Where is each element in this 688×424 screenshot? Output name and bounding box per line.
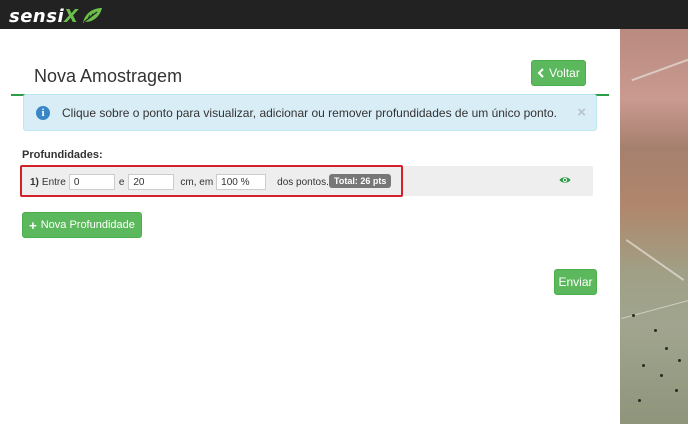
eye-icon[interactable] xyxy=(559,176,571,184)
plus-icon: + xyxy=(29,217,37,233)
close-icon[interactable]: × xyxy=(577,104,586,121)
map-point[interactable] xyxy=(678,359,681,362)
back-button[interactable]: Voltar xyxy=(531,60,586,86)
submit-button[interactable]: Enviar xyxy=(554,269,597,295)
depth-row-number: 1) xyxy=(30,176,39,188)
add-depth-button[interactable]: + Nova Profundidade xyxy=(22,212,142,238)
map-road xyxy=(621,299,688,320)
unit-label: cm, em xyxy=(180,176,214,188)
depths-label: Profundidades: xyxy=(22,149,103,161)
map-point[interactable] xyxy=(638,399,641,402)
map-point[interactable] xyxy=(675,389,678,392)
entre-label: Entre xyxy=(41,176,66,188)
page-title: Nova Amostragem xyxy=(34,66,183,86)
map-point[interactable] xyxy=(642,364,645,367)
logo-main: sensi xyxy=(9,5,65,27)
map-point[interactable] xyxy=(660,374,663,377)
top-bar: sensiX xyxy=(0,0,688,29)
total-points-badge: Total: 26 pts xyxy=(329,174,392,188)
percent-input[interactable]: 100 % xyxy=(216,174,267,190)
depth-row-content: 1) Entre 0 e 20 cm, em 100 % dos pontos. xyxy=(30,174,329,190)
logo-accent: X xyxy=(64,5,79,27)
depth-from-input[interactable]: 0 xyxy=(68,174,115,190)
info-icon: i xyxy=(36,105,50,120)
back-button-label: Voltar xyxy=(549,66,580,80)
satellite-map[interactable] xyxy=(620,29,688,424)
map-point[interactable] xyxy=(665,347,668,350)
dos-pontos-label: dos pontos. xyxy=(277,176,329,188)
alert-message: Clique sobre o ponto para visualizar, ad… xyxy=(62,105,557,120)
e-label: e xyxy=(118,176,125,188)
map-road xyxy=(625,239,685,281)
depth-to-input[interactable]: 20 xyxy=(128,174,175,190)
logo-text: sensiX xyxy=(9,6,79,27)
add-depth-label: Nova Profundidade xyxy=(40,219,135,231)
sensix-logo[interactable]: sensiX xyxy=(9,6,103,27)
chevron-left-icon xyxy=(537,68,544,78)
map-point[interactable] xyxy=(632,314,635,317)
map-point[interactable] xyxy=(654,329,657,332)
leaf-icon xyxy=(82,8,102,23)
info-alert: i Clique sobre o ponto para visualizar, … xyxy=(23,94,597,131)
map-road xyxy=(631,58,688,82)
